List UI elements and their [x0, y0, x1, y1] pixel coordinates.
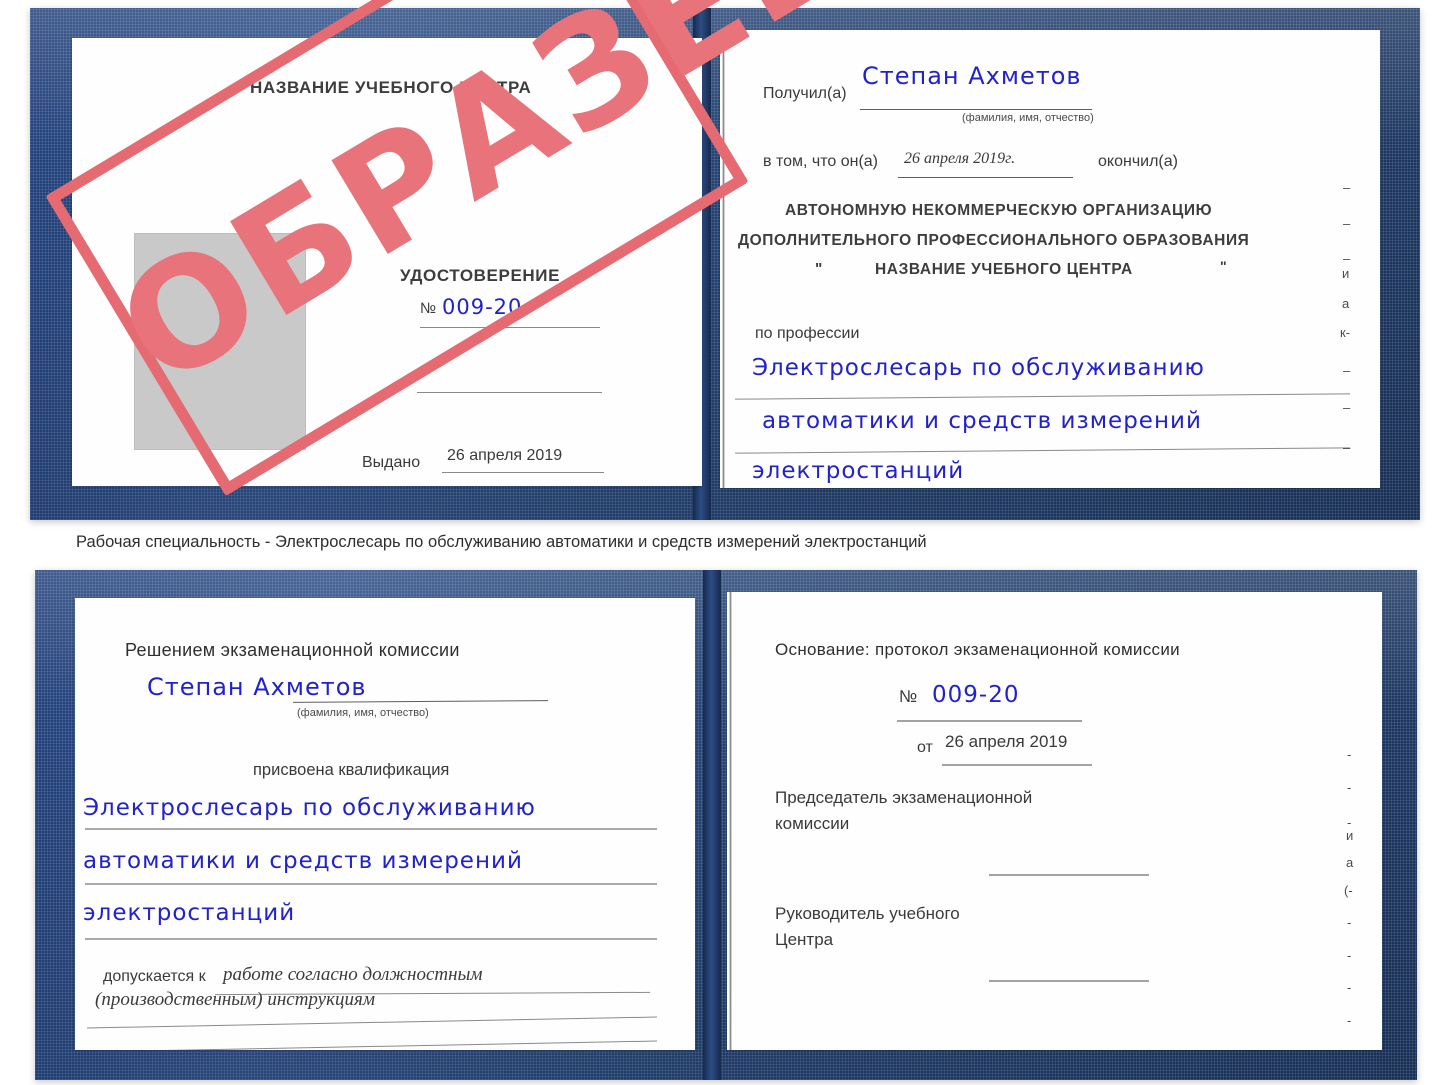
edge-fragment: -: [1347, 780, 1352, 795]
organization-line-2: ДОПОЛНИТЕЛЬНОГО ПРОФЕССИОНАЛЬНОГО ОБРАЗО…: [738, 232, 1250, 249]
certificate-bottom: Решением экзаменационной комиссии Степан…: [35, 570, 1417, 1080]
profession-line-3: электростанций: [752, 458, 965, 484]
bottom-name-value: Степан Ахметов: [147, 673, 367, 701]
profession-rule-1: [735, 393, 1350, 400]
profession-line-2: автоматики и средств измерений: [762, 408, 1202, 434]
edge-fragment: -: [1347, 1013, 1352, 1028]
allowed-to-line-2: (производственным) инструкциям: [95, 989, 375, 1010]
page-gutter-bottom: [729, 592, 732, 1050]
bottom-right-page: Основание: протокол экзаменационной коми…: [727, 592, 1382, 1050]
qualification-line-1: Электрослесарь по обслуживанию: [83, 795, 536, 821]
edge-fragment: –: [1343, 363, 1351, 378]
protocol-number-symbol: №: [899, 687, 918, 706]
protocol-number-value: 009-20: [932, 682, 1020, 708]
certificate-number-rule: [420, 327, 600, 328]
organization-line-1: АВТОНОМНУЮ НЕКОММЕРЧЕСКУЮ ОРГАНИЗАЦИЮ: [785, 202, 1213, 219]
protocol-date-value: 26 апреля 2019: [945, 732, 1068, 751]
edge-fragment: а: [1342, 296, 1350, 311]
certificate-top: НАЗВАНИЕ УЧЕБНОГО ЦЕНТРА УДОСТОВЕРЕНИЕ №…: [30, 8, 1420, 520]
protocol-date-rule: [942, 764, 1092, 766]
certificate-number-symbol: №: [420, 300, 437, 317]
received-name-rule: [860, 109, 1092, 110]
commission-decision-heading: Решением экзаменационной комиссии: [125, 640, 460, 660]
edge-fragment: и: [1342, 266, 1350, 281]
allowed-to-label: допускается к: [103, 968, 206, 985]
finished-label: окончил(а): [1098, 153, 1178, 170]
qualification-line-2: автоматики и средств измерений: [83, 848, 523, 874]
top-left-page: НАЗВАНИЕ УЧЕБНОГО ЦЕНТРА УДОСТОВЕРЕНИЕ №…: [72, 38, 702, 486]
certificate-number-value: 009-20: [442, 295, 523, 319]
in-that-label: в том, что он(а): [763, 153, 878, 170]
allowed-rule-2: [87, 1016, 657, 1029]
bottom-left-page: Решением экзаменационной комиссии Степан…: [75, 598, 695, 1050]
qualification-rule-3: [85, 938, 657, 940]
qualification-rule-1: [85, 828, 657, 830]
photo-placeholder: [134, 233, 306, 450]
issued-date-value: 26 апреля 2019: [447, 447, 563, 464]
edge-fragment: и: [1346, 828, 1354, 843]
name-hint-bottom: (фамилия, имя, отчество): [297, 707, 429, 719]
chairman-line-1: Председатель экзаменационной: [775, 788, 1033, 807]
profession-label: по профессии: [755, 325, 860, 342]
edge-fragment: -: [1347, 980, 1352, 995]
profession-rule-2: [735, 447, 1350, 454]
basis-label: Основание: протокол экзаменационной коми…: [775, 640, 1180, 659]
received-name-value: Степан Ахметов: [862, 62, 1082, 90]
protocol-date-label: от: [917, 739, 933, 756]
certificate-spine-bottom: [703, 570, 721, 1080]
blank-rule-1: [417, 392, 602, 393]
edge-fragment: –: [1343, 251, 1351, 266]
issued-date-rule: [442, 472, 604, 473]
edge-fragment: –: [1343, 216, 1351, 231]
edge-fragment: –: [1343, 400, 1351, 415]
head-line-1: Руководитель учебного: [775, 904, 960, 923]
head-line-2: Центра: [775, 930, 834, 949]
edge-fragment: -: [1347, 747, 1352, 762]
image-caption: Рабочая специальность - Электрослесарь п…: [76, 533, 927, 551]
edge-fragment: а: [1346, 855, 1354, 870]
edge-fragment: -: [1347, 948, 1352, 963]
allowed-to-line-1: работе согласно должностным: [223, 964, 483, 985]
top-right-page: Получил(а) Степан Ахметов (фамилия, имя,…: [720, 30, 1380, 488]
protocol-number-rule: [897, 720, 1082, 722]
received-label: Получил(а): [763, 85, 847, 102]
qualification-label: присвоена квалификация: [253, 761, 450, 779]
head-signature-rule: [989, 980, 1149, 982]
edge-fragment: -: [1347, 915, 1352, 930]
edge-fragment: –: [1343, 180, 1351, 195]
qualification-line-3: электростанций: [83, 900, 296, 926]
organization-quote-close: ": [1220, 258, 1228, 274]
chairman-line-2: комиссии: [775, 814, 850, 833]
name-hint-top: (фамилия, имя, отчество): [962, 112, 1094, 124]
chairman-signature-rule: [989, 874, 1149, 876]
document-type-label: УДОСТОВЕРЕНИЕ: [400, 266, 561, 285]
organization-quote-open: ": [815, 261, 823, 278]
edge-fragment: к-: [1340, 325, 1351, 340]
profession-line-1: Электрослесарь по обслуживанию: [752, 355, 1205, 381]
edge-fragment: –: [1343, 440, 1351, 455]
page-gutter-top: [722, 30, 725, 488]
in-that-date-value: 26 апреля 2019г.: [904, 150, 1016, 167]
edge-fragment: (-: [1344, 883, 1353, 898]
allowed-rule-3: [87, 1040, 657, 1050]
training-center-title-top: НАЗВАНИЕ УЧЕБНОГО ЦЕНТРА: [250, 78, 532, 97]
qualification-rule-2: [85, 883, 657, 885]
organization-line-3: НАЗВАНИЕ УЧЕБНОГО ЦЕНТРА: [875, 261, 1133, 278]
issued-label: Выдано: [362, 454, 421, 471]
in-that-date-rule: [898, 177, 1073, 178]
